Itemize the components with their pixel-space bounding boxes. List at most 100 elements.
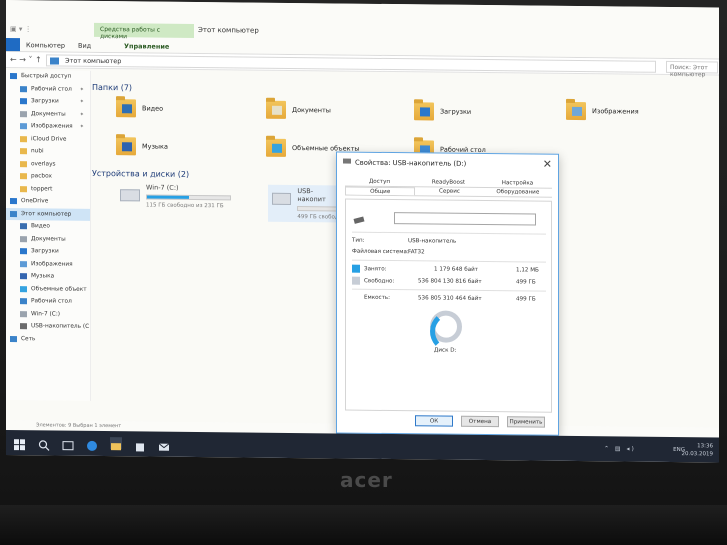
- drive-c[interactable]: Win-7 (C:) 115 ГБ свободно из 231 ГБ: [120, 183, 231, 209]
- volume-name-input[interactable]: [394, 212, 536, 226]
- tab-general[interactable]: Общие: [345, 186, 416, 196]
- sidebar-item-label: Этот компьютер: [21, 210, 72, 218]
- free-label: Свободно:: [364, 278, 395, 285]
- capacity-bytes: 536 805 310 464 байт: [418, 295, 482, 302]
- sidebar-item[interactable]: pacbox: [6, 170, 90, 183]
- usb-drive-icon: [353, 216, 365, 224]
- tab-readyboost[interactable]: ReadyBoost: [414, 178, 483, 187]
- sidebar-item[interactable]: Видео: [6, 220, 90, 233]
- sidebar-item[interactable]: nubi: [6, 145, 90, 158]
- usb-drive-icon: [272, 192, 292, 205]
- sidebar-item-label: Изображения: [31, 261, 73, 268]
- address-bar[interactable]: Этот компьютер: [46, 54, 656, 73]
- window-title: Этот компьютер: [198, 26, 259, 35]
- tab-access[interactable]: Доступ: [345, 178, 414, 187]
- folder-label: Изображения: [592, 107, 639, 116]
- close-icon[interactable]: ✕: [543, 158, 552, 171]
- properties-dialog: Свойства: USB-накопитель (D:) ✕ Доступ R…: [336, 151, 559, 436]
- search-icon[interactable]: [38, 436, 50, 451]
- desktop-icon: [20, 298, 27, 305]
- sidebar-item[interactable]: Изображения: [6, 258, 90, 271]
- fs-label: Файловая система:: [352, 248, 409, 256]
- free-row: Свободно:: [352, 276, 395, 285]
- sidebar-item[interactable]: Изображения ✦: [6, 120, 90, 133]
- sidebar-item[interactable]: Рабочий стол ✦: [6, 83, 90, 96]
- sidebar-item[interactable]: Документы: [6, 233, 90, 246]
- divider: [352, 288, 546, 292]
- folder-icon: [20, 173, 27, 180]
- music-folder-icon: [116, 137, 136, 156]
- cancel-button[interactable]: Отмена: [461, 415, 499, 428]
- tab-view[interactable]: Вид: [78, 42, 91, 50]
- drive-usb[interactable]: USB-накопит 499 ГБ свобод: [268, 184, 344, 223]
- ok-button[interactable]: ОК: [415, 415, 453, 427]
- sidebar-item[interactable]: Музыка: [6, 270, 90, 283]
- sidebar-item[interactable]: Рабочий стол: [6, 295, 90, 308]
- sidebar-item[interactable]: Win-7 (C:): [6, 308, 90, 321]
- dialog-titlebar[interactable]: Свойства: USB-накопитель (D:) ✕: [337, 152, 558, 173]
- sidebar-item[interactable]: iCloud Drive: [6, 133, 90, 146]
- windows-start-icon[interactable]: [14, 436, 26, 451]
- mail-icon[interactable]: [158, 438, 170, 451]
- tab-tools[interactable]: Сервис: [415, 187, 483, 196]
- used-label: Занято:: [364, 266, 387, 273]
- sidebar-item[interactable]: Быстрый доступ: [6, 70, 90, 83]
- tab-customize[interactable]: Настройка: [483, 179, 552, 188]
- folder-video[interactable]: Видео: [116, 99, 163, 118]
- capacity-size: 499 ГБ: [516, 296, 536, 303]
- ribbon: ▣ ▾ ⋮ Средства работы с дисками Этот ком…: [6, 0, 719, 60]
- pictures-folder-icon: [566, 101, 586, 121]
- downloads-folder-icon: [414, 102, 434, 121]
- sidebar-item[interactable]: USB-накопитель (С: [6, 320, 90, 333]
- sidebar-item[interactable]: OneDrive: [6, 195, 90, 208]
- sidebar-item[interactable]: toppert: [6, 183, 90, 196]
- sidebar-item-label: Документы: [31, 111, 66, 118]
- folder-documents[interactable]: Документы: [266, 100, 331, 120]
- sidebar-item-label: iCloud Drive: [31, 136, 67, 143]
- folder-music[interactable]: Музыка: [116, 137, 168, 156]
- free-bytes: 536 804 130 816 байт: [418, 278, 482, 285]
- fs-value: FAT32: [408, 249, 425, 256]
- sidebar-item[interactable]: Загрузки: [6, 245, 90, 258]
- explorer-icon[interactable]: [110, 437, 122, 451]
- cloud-icon: [10, 198, 17, 205]
- music-icon: [20, 273, 27, 280]
- type-label: Тип:: [352, 237, 365, 244]
- file-tab[interactable]: [6, 38, 20, 52]
- sidebar-item[interactable]: overlays: [6, 158, 90, 171]
- image-icon: [20, 123, 27, 130]
- sidebar-item[interactable]: Этот компьютер: [6, 207, 90, 221]
- edge-icon[interactable]: [86, 437, 98, 451]
- capacity-label: Емкость:: [364, 294, 391, 302]
- disk-usage-donut: [430, 310, 462, 343]
- folder-downloads[interactable]: Загрузки: [414, 102, 471, 121]
- task-view-icon[interactable]: [62, 437, 74, 451]
- dialog-tabs: Доступ ReadyBoost Настройка Общие Сервис…: [345, 177, 552, 198]
- computer-icon: [10, 210, 17, 217]
- tab-computer[interactable]: Компьютер: [26, 41, 65, 49]
- desktop-icon: [20, 85, 27, 92]
- drive-usage-fill: [147, 195, 189, 199]
- apply-button[interactable]: Применить: [507, 416, 545, 428]
- sidebar-item-label: pacbox: [31, 173, 52, 180]
- sidebar-item[interactable]: Объемные объект: [6, 283, 90, 296]
- sidebar-item[interactable]: Загрузки ✦: [6, 95, 90, 108]
- folder-pictures[interactable]: Изображения: [566, 101, 639, 121]
- tab-hardware[interactable]: Оборудование: [484, 188, 552, 197]
- store-icon[interactable]: [134, 437, 146, 452]
- search-input[interactable]: Поиск: Этот компьютер: [666, 60, 718, 78]
- video-folder-icon: [116, 99, 136, 118]
- tray-icons[interactable]: ⌃ ▤ ◂): [604, 445, 636, 452]
- sidebar-item[interactable]: Документы ✦: [6, 108, 90, 121]
- tab-manage[interactable]: Управление: [124, 42, 169, 50]
- drives-group-header[interactable]: Устройства и диски (2): [92, 169, 189, 179]
- video-icon: [20, 223, 27, 230]
- context-tab-disk-tools[interactable]: Средства работы с дисками: [94, 22, 194, 40]
- sidebar-item-label: Документы: [31, 236, 66, 243]
- quick-access-toolbar[interactable]: ▣ ▾ ⋮: [10, 25, 32, 33]
- clock[interactable]: 13:36 20.03.2019: [682, 442, 714, 458]
- sidebar-item-label: Рабочий стол: [31, 298, 72, 305]
- sidebar-item[interactable]: Сеть: [6, 333, 90, 346]
- nav-buttons[interactable]: ← → ˅ ↑: [10, 55, 42, 64]
- folders-group-header[interactable]: Папки (7): [92, 83, 132, 92]
